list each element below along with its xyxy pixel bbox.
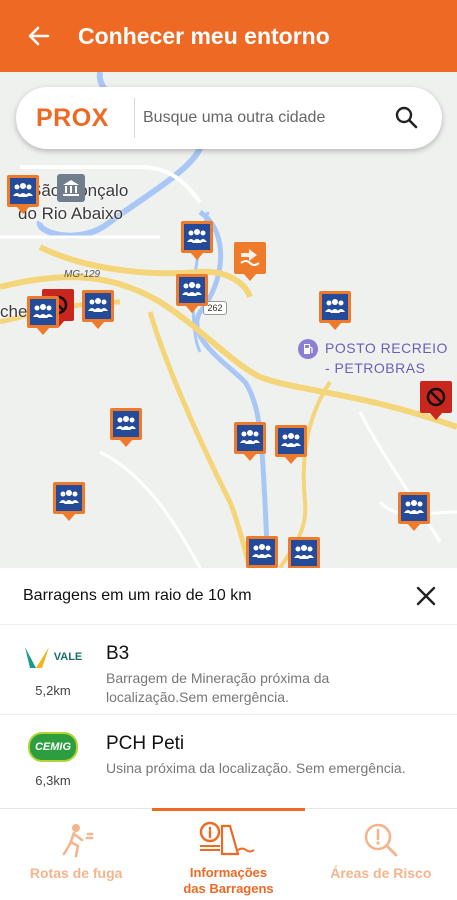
gas-station-icon[interactable] <box>298 339 318 359</box>
meeting-point-pin[interactable] <box>181 221 213 260</box>
nav-label: Informações das Barragens <box>183 865 273 897</box>
dam-list-item[interactable]: CEMIG 6,3km PCH Peti Usina próxima da lo… <box>0 714 457 804</box>
back-arrow-icon[interactable] <box>26 23 52 49</box>
app-bar: Conhecer meu entorno <box>0 0 457 72</box>
dam-distance: 6,3km <box>35 773 71 788</box>
cemig-logo-text: CEMIG <box>34 741 72 753</box>
meeting-point-pin[interactable] <box>275 425 307 464</box>
page-title: Conhecer meu entorno <box>78 22 330 49</box>
museum-icon[interactable] <box>57 174 85 202</box>
dam-description: Usina próxima da localização. Sem emergê… <box>106 760 406 776</box>
meeting-point-pin[interactable] <box>27 296 59 335</box>
dam-left: CEMIG 6,3km <box>0 715 106 804</box>
bottom-navigation: Rotas de fuga Informações das Barragens Á… <box>0 808 457 900</box>
nav-label-line2: das Barragens <box>183 881 274 896</box>
meeting-point-pin[interactable] <box>246 536 278 568</box>
dam-left: VALE 5,2km <box>0 625 106 714</box>
meeting-point-pin[interactable] <box>82 290 114 329</box>
dam-info-icon <box>198 815 258 865</box>
sheet-title: Barragens em um raio de 10 km <box>23 587 252 604</box>
cemig-logo: CEMIG <box>28 731 78 763</box>
dam-name: PCH Peti <box>106 733 185 754</box>
search-input[interactable] <box>143 109 383 127</box>
meeting-point-pin[interactable] <box>319 291 351 330</box>
sheet-header: Barragens em um raio de 10 km <box>0 568 457 624</box>
nav-label: Áreas de Risco <box>330 865 432 881</box>
search-icon[interactable] <box>393 104 421 132</box>
dams-sheet: Barragens em um raio de 10 km VALE 5,2km… <box>0 568 457 808</box>
road-label: MG-129 <box>64 269 101 280</box>
vale-logo-text: VALE <box>53 651 83 663</box>
dam-distance: 5,2km <box>35 683 71 698</box>
close-icon[interactable] <box>415 585 437 607</box>
poi-label: POSTO RECREIO <box>325 340 448 356</box>
vale-logo: VALE <box>24 641 83 673</box>
nav-risk-areas[interactable]: Áreas de Risco <box>305 809 457 900</box>
poi-label: - PETROBRAS <box>325 360 426 376</box>
dam-info: B3 Barragem de Mineração próxima da loca… <box>106 625 406 714</box>
meeting-point-pin[interactable] <box>176 274 208 313</box>
dam-name: B3 <box>106 643 130 664</box>
nav-escape-routes[interactable]: Rotas de fuga <box>0 809 152 900</box>
search-divider <box>134 98 135 138</box>
search-bar: PROX <box>16 87 442 149</box>
logo-text: PROX <box>36 103 109 132</box>
dam-list-item[interactable]: VALE 5,2km B3 Barragem de Mineração próx… <box>0 624 457 714</box>
partial-city-label: che <box>0 302 28 321</box>
dam-marker[interactable] <box>234 242 266 281</box>
dam-info: PCH Peti Usina próxima da localização. S… <box>106 715 406 804</box>
dam-description: Barragem de Mineração próxima da localiz… <box>106 670 330 705</box>
search-alert-icon <box>361 815 401 865</box>
nav-label-line1: Informações <box>189 865 268 880</box>
nav-dam-info[interactable]: Informações das Barragens <box>152 808 305 900</box>
nav-label: Rotas de fuga <box>29 865 123 881</box>
running-person-icon <box>56 815 96 865</box>
meeting-point-pin[interactable] <box>53 482 85 521</box>
meeting-point-pin[interactable] <box>110 408 142 447</box>
prox-logo: PROX <box>16 104 134 133</box>
meeting-point-pin[interactable] <box>398 492 430 531</box>
meeting-point-pin[interactable] <box>234 422 266 461</box>
meeting-point-pin[interactable] <box>288 537 320 568</box>
danger-zone-marker[interactable] <box>420 381 452 420</box>
meeting-point-pin[interactable] <box>7 175 39 214</box>
